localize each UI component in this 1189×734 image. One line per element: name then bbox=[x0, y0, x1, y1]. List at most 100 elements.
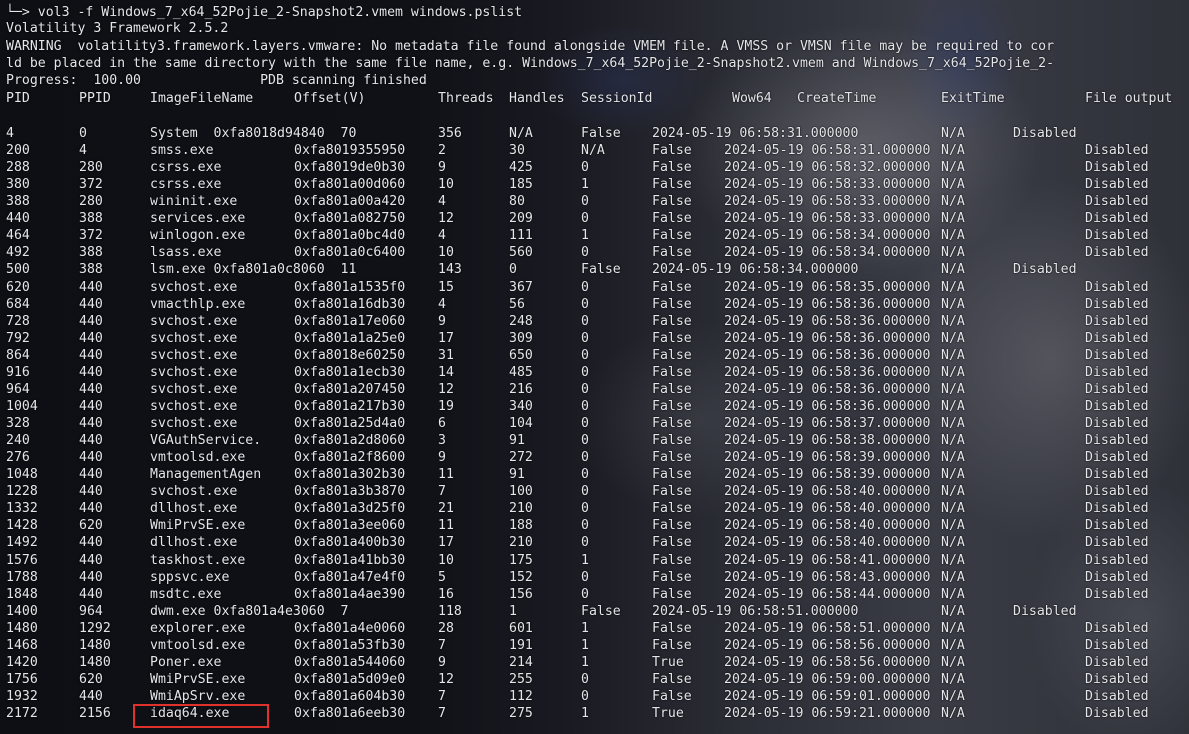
cell-wow64: False bbox=[652, 450, 692, 466]
cell-createtime: 2024-05-19 06:58:43.000000 bbox=[724, 569, 931, 585]
cell-threads: 10 bbox=[438, 177, 454, 193]
cell-threads: 9 bbox=[438, 160, 446, 176]
cell-sessionid: 0 bbox=[581, 347, 589, 363]
cell-ppid: 440 bbox=[79, 552, 103, 568]
table-row: 1756 620 WmiPrvSE.exe 0xfa801a5d09e0 12 255 0 F… bbox=[6, 671, 1189, 688]
cell-sessionid: 0 bbox=[581, 364, 589, 380]
cell-file-output: Disabled bbox=[1085, 501, 1149, 517]
cell-handles: 309 bbox=[509, 330, 533, 346]
cell-wow64: False bbox=[652, 177, 692, 193]
cell-sessionid: 0 bbox=[581, 688, 589, 704]
cell-file-output: Disabled bbox=[1085, 433, 1149, 449]
cell-exittime: N/A bbox=[941, 279, 965, 295]
cell-wow64: False bbox=[652, 330, 692, 346]
cell-offset: 0xfa801a47e4f0 bbox=[294, 569, 406, 585]
cell-pid: 388 bbox=[6, 194, 30, 210]
cell-file-output: Disabled bbox=[1085, 228, 1149, 244]
cell-sessionid: 1 bbox=[581, 177, 589, 193]
cell-ppid: 2156 bbox=[79, 706, 111, 722]
cell-imagefilename: svchost.exe bbox=[150, 313, 238, 329]
cell-ppid: 440 bbox=[79, 416, 103, 432]
cell-pid: 440 bbox=[6, 211, 30, 227]
cell-exittime: N/A bbox=[941, 603, 965, 619]
cell-file-output: Disabled bbox=[1013, 126, 1077, 141]
header-sessionid: SessionId bbox=[581, 91, 653, 106]
cell-sessionid: 0 bbox=[581, 484, 589, 500]
cell-wow64: False bbox=[652, 296, 692, 312]
cell-imagefilename: svchost.exe bbox=[150, 484, 238, 500]
cell-ppid: 440 bbox=[79, 569, 103, 585]
cell-imagefilename: WmiApSrv.exe bbox=[150, 688, 246, 704]
cell-createtime: 2024-05-19 06:58:36.000000 bbox=[724, 296, 931, 312]
cell-ppid: 1292 bbox=[79, 620, 111, 636]
cell-createtime: 2024-05-19 06:58:36.000000 bbox=[724, 347, 931, 363]
cell-wow64: False bbox=[652, 552, 692, 568]
cell-createtime: 2024-05-19 06:58:33.000000 bbox=[724, 211, 931, 227]
table-row: 964 440 svchost.exe 0xfa801a207450 12 216 0 Fal… bbox=[6, 381, 1189, 398]
cell-imagefilename: lsass.exe bbox=[150, 245, 222, 261]
cell-threads: 16 bbox=[438, 586, 454, 602]
warning-line-1: WARNING volatility3.framework.layers.vmw… bbox=[6, 39, 1055, 54]
cell-imagefilename: svchost.exe bbox=[150, 279, 238, 295]
cell-imagefilename: svchost.exe bbox=[150, 381, 238, 397]
cell-imagefilename: vmacthlp.exe bbox=[150, 296, 246, 312]
cell-createtime: 2024-05-19 06:58:36.000000 bbox=[724, 313, 931, 329]
cell-sessionid: N/A bbox=[509, 126, 533, 141]
command-line: └─> vol3 -f Windows_7_x64_52Pojie_2-Snap… bbox=[6, 4, 522, 21]
table-row: 792 440 svchost.exe 0xfa801a1a25e0 17 309 0 Fal… bbox=[6, 330, 1189, 347]
cell-createtime: 2024-05-19 06:58:36.000000 bbox=[724, 364, 931, 380]
cell-exittime: N/A bbox=[941, 535, 965, 551]
cell-sessionid: 0 bbox=[581, 398, 589, 414]
warning-line-2: ld be placed in the same directory with … bbox=[6, 56, 1055, 71]
cell-wow64: False bbox=[652, 228, 692, 244]
cell-sessionid: 1 bbox=[581, 706, 589, 722]
table-row: 380 372 csrss.exe 0xfa801a00d060 10 185 1 False… bbox=[6, 176, 1189, 193]
table-row: 1576 440 taskhost.exe 0xfa801a41bb30 10 175 1 F… bbox=[6, 552, 1189, 569]
command-text: vol3 -f Windows_7_x64_52Pojie_2-Snapshot… bbox=[29, 5, 523, 20]
cell-wow64: False bbox=[652, 194, 692, 210]
cell-exittime: N/A bbox=[941, 330, 965, 346]
table-row: 916 440 svchost.exe 0xfa801a1ecb30 14 485 0 Fal… bbox=[6, 364, 1189, 381]
cell-threads: 7 bbox=[438, 484, 446, 500]
cell-exittime: N/A bbox=[941, 160, 965, 176]
cell-offset: 0xfa8019355950 bbox=[294, 143, 406, 159]
cell-sessionid: 1 bbox=[581, 620, 589, 636]
cell-imagefilename: svchost.exe bbox=[150, 398, 238, 414]
cell-wow64: False bbox=[652, 518, 692, 534]
cell-handles: 272 bbox=[509, 450, 533, 466]
table-row: 1468 1480 vmtoolsd.exe 0xfa801a53fb30 7 191 1 F… bbox=[6, 637, 1189, 654]
cell-wow64: False bbox=[652, 313, 692, 329]
cell-createtime: 2024-05-19 06:59:00.000000 bbox=[724, 671, 931, 687]
cell-createtime: 2024-05-19 06:58:33.000000 bbox=[724, 194, 931, 210]
cell-offset: 0xfa801a0c6400 bbox=[294, 245, 406, 261]
cell-ppid: 440 bbox=[79, 501, 103, 517]
terminal-window[interactable]: └─> vol3 -f Windows_7_x64_52Pojie_2-Snap… bbox=[6, 0, 1189, 734]
cell-threads: 15 bbox=[438, 279, 454, 295]
cell-exittime: N/A bbox=[941, 433, 965, 449]
cell-file-output: Disabled bbox=[1085, 416, 1149, 432]
header-createtime: CreateTime bbox=[797, 91, 877, 106]
cell-sessionid: 0 bbox=[509, 262, 517, 278]
cell-pid: 2172 bbox=[6, 706, 38, 722]
cell-threads: 12 bbox=[438, 381, 454, 397]
cell-handles: 275 bbox=[509, 706, 533, 722]
table-row: 1848 440 msdtc.exe 0xfa801a4ae390 16 156 0 Fals… bbox=[6, 586, 1189, 603]
cell-wow64: False bbox=[652, 433, 692, 449]
cell-wow64: False bbox=[652, 160, 692, 176]
cell-ppid: 1480 bbox=[79, 637, 111, 653]
cell-wow64: False bbox=[652, 211, 692, 227]
cell-wow64: False bbox=[652, 620, 692, 636]
cell-exittime: N/A bbox=[941, 211, 965, 227]
cell-ppid: 440 bbox=[79, 586, 103, 602]
cell-imagefilename: svchost.exe bbox=[150, 347, 238, 363]
cell-wow64: False bbox=[652, 484, 692, 500]
cell-threads: 3 bbox=[438, 433, 446, 449]
table-row: 1400 964 dwm.exe 0xfa801a4e3060 7 118 1 False… bbox=[6, 603, 1189, 620]
cell-exittime: N/A bbox=[941, 194, 965, 210]
cell-pid: 276 bbox=[6, 450, 30, 466]
table-row: 1480 1292 explorer.exe 0xfa801a4e0060 28 601 1… bbox=[6, 620, 1189, 637]
cell-file-output: Disabled bbox=[1085, 586, 1149, 602]
cell-ppid: 620 bbox=[79, 671, 103, 687]
table-row: 684 440 vmacthlp.exe 0xfa801a16db30 4 56 0 Fals… bbox=[6, 296, 1189, 313]
table-row: 464 372 winlogon.exe 0xfa801a0bc4d0 4 111 1 Fal… bbox=[6, 227, 1189, 244]
